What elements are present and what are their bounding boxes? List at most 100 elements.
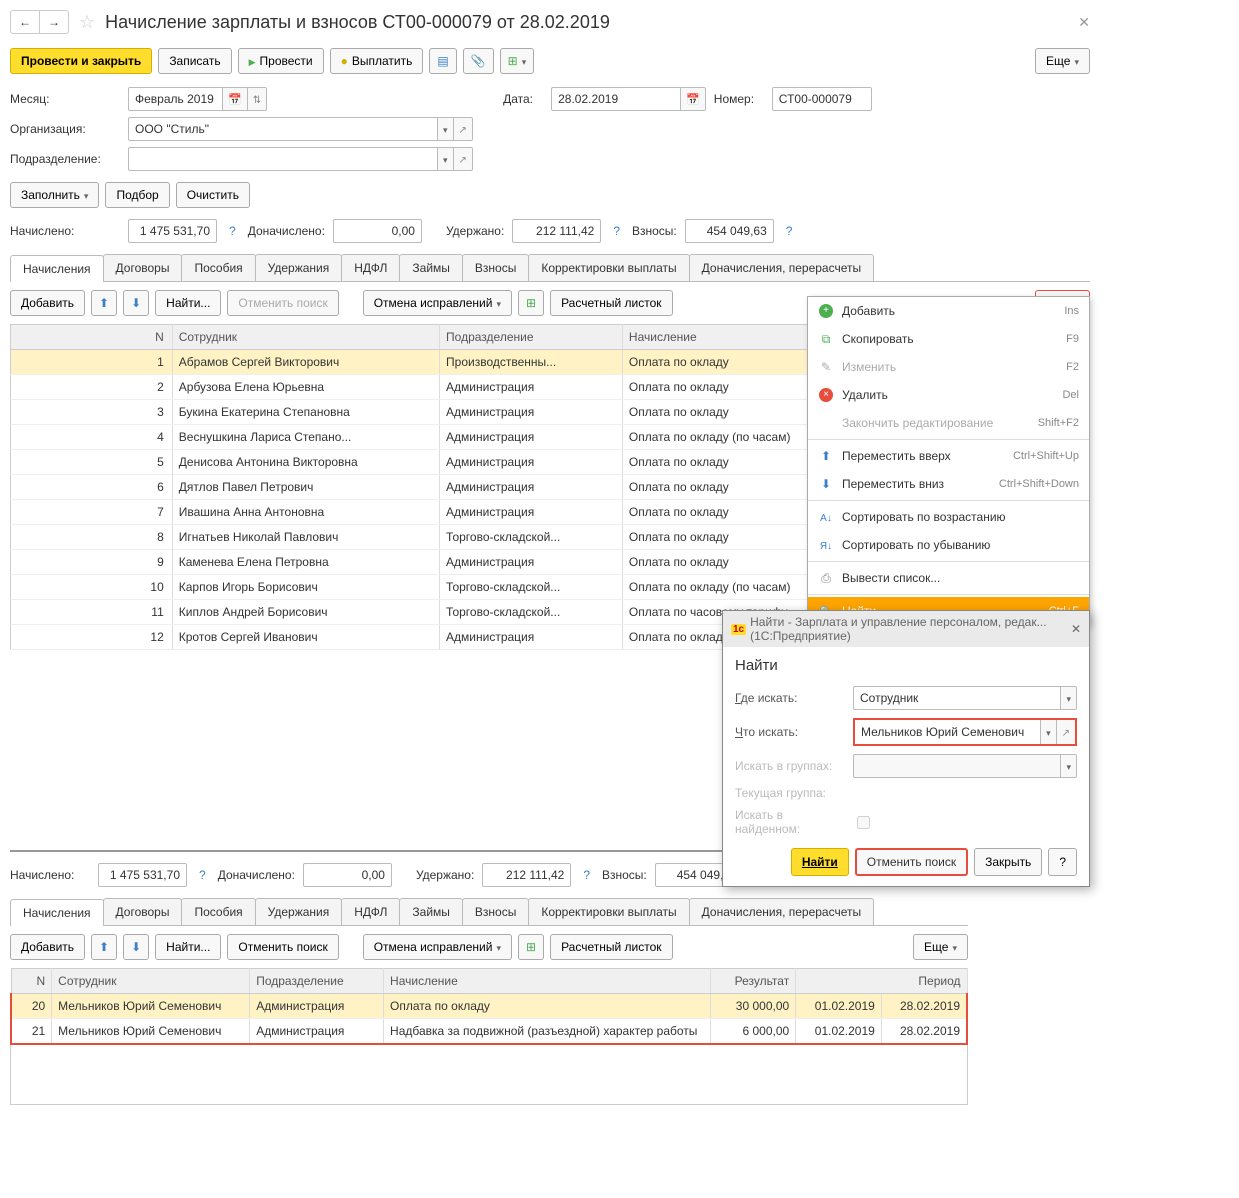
number-input[interactable]: СТ00-000079 [772,87,872,111]
s2-move-up-button[interactable] [91,934,117,960]
dept-input[interactable] [128,147,438,171]
favorite-star-icon[interactable]: ☆ [75,12,99,33]
ctx-item[interactable]: СкопироватьF9 [808,325,1089,353]
fill-button[interactable]: Заполнить [10,182,99,208]
tab-7[interactable]: Корректировки выплаты [528,254,689,281]
find-close-icon[interactable]: ✕ [1071,622,1081,636]
th2-emp[interactable]: Сотрудник [52,969,250,994]
pay-button[interactable]: Выплатить [330,48,424,74]
s2-grid-settings-button[interactable] [518,934,544,960]
s2-payslip-button[interactable]: Расчетный листок [550,934,672,960]
find-button[interactable]: Найти... [155,290,221,316]
calendar-icon[interactable] [223,87,248,111]
s2-add-row-button[interactable]: Добавить [10,934,85,960]
org-open-icon[interactable] [454,117,473,141]
cancel-fix-button[interactable]: Отмена исправлений [363,290,512,316]
date-input[interactable]: 28.02.2019 [551,87,681,111]
org-dropdown-icon[interactable] [438,117,454,141]
move-up-button[interactable] [91,290,117,316]
tab-3[interactable]: Удержания [255,898,343,925]
th-dep[interactable]: Подразделение [440,325,623,350]
find-what-dropdown-icon[interactable] [1040,720,1056,744]
th-n[interactable]: N [11,325,173,350]
close-icon[interactable]: ✕ [1078,14,1090,31]
post-button[interactable]: Провести [238,48,324,74]
th2-n[interactable]: N [11,969,52,994]
th2-res[interactable]: Результат [710,969,796,994]
tab-6[interactable]: Взносы [462,898,529,925]
find-dialog-title[interactable]: 1c Найти - Зарплата и управление персона… [723,611,1089,647]
ctx-item[interactable]: Сортировать по возрастанию [808,503,1089,531]
dept-dropdown-icon[interactable] [438,147,454,171]
context-menu[interactable]: +ДобавитьInsСкопироватьF9ИзменитьF2×Удал… [807,296,1090,626]
month-input[interactable]: Февраль 2019 [128,87,223,111]
find-where-dropdown-icon[interactable] [1061,686,1077,710]
s2-cancel-search-button[interactable]: Отменить поиск [227,934,338,960]
cancel-search-button[interactable]: Отменить поиск [227,290,338,316]
pick-button[interactable]: Подбор [105,182,169,208]
tab-2[interactable]: Пособия [181,898,255,925]
find-submit-button[interactable]: Найти [791,848,849,876]
ctx-item[interactable]: ИзменитьF2 [808,353,1089,381]
org-input[interactable]: ООО "Стиль" [128,117,438,141]
table-row[interactable]: 20Мельников Юрий СеменовичАдминистрацияО… [11,994,967,1019]
tab-6[interactable]: Взносы [462,254,529,281]
report-button[interactable] [429,48,456,74]
attach-button[interactable] [463,48,494,74]
s2-help-icon-2[interactable]: ? [579,868,594,882]
tab-5[interactable]: Займы [399,254,463,281]
ctx-item[interactable]: +ДобавитьIns [808,297,1089,325]
ctx-item[interactable]: Вывести список... [808,564,1089,592]
save-button[interactable]: Записать [158,48,231,74]
find-help-button[interactable]: ? [1048,848,1077,876]
s2-table-more-button[interactable]: Еще [913,934,968,960]
post-close-button[interactable]: Провести и закрыть [10,48,152,74]
tab-2[interactable]: Пособия [181,254,255,281]
clear-button[interactable]: Очистить [176,182,250,208]
s2-find-button[interactable]: Найти... [155,934,221,960]
ctx-item[interactable]: Сортировать по убыванию [808,531,1089,559]
th-emp[interactable]: Сотрудник [172,325,439,350]
help-icon-2[interactable]: ? [609,224,624,238]
extra-button[interactable] [500,48,535,74]
find-what-input[interactable]: Мельников Юрий Семенович [855,720,1040,744]
help-icon-3[interactable]: ? [782,224,797,238]
tab-8[interactable]: Доначисления, перерасчеты [689,254,874,281]
find-groups-dropdown-icon[interactable] [1061,754,1077,778]
th2-dep[interactable]: Подразделение [250,969,384,994]
grid-settings-button[interactable] [518,290,544,316]
tab-1[interactable]: Договоры [103,898,183,925]
filtered-table[interactable]: N Сотрудник Подразделение Начисление Рез… [10,968,968,1045]
tab-3[interactable]: Удержания [255,254,343,281]
tab-8[interactable]: Доначисления, перерасчеты [689,898,874,925]
more-button[interactable]: Еще [1035,48,1090,74]
move-down-button[interactable] [123,290,149,316]
find-close-button[interactable]: Закрыть [974,848,1042,876]
month-spinner[interactable] [248,87,267,111]
tab-4[interactable]: НДФЛ [341,898,400,925]
ctx-item[interactable]: Переместить внизCtrl+Shift+Down [808,470,1089,498]
ctx-item[interactable]: ×УдалитьDel [808,381,1089,409]
ctx-item[interactable]: Переместить вверхCtrl+Shift+Up [808,442,1089,470]
add-row-button[interactable]: Добавить [10,290,85,316]
tab-4[interactable]: НДФЛ [341,254,400,281]
th2-acc[interactable]: Начисление [384,969,711,994]
tab-5[interactable]: Займы [399,898,463,925]
s2-move-down-button[interactable] [123,934,149,960]
nav-arrows[interactable]: ← → [10,10,69,34]
help-icon[interactable]: ? [225,224,240,238]
find-cancel-button[interactable]: Отменить поиск [855,848,968,876]
tab-1[interactable]: Договоры [103,254,183,281]
nav-fwd-icon[interactable]: → [40,11,68,33]
s2-cancel-fix-button[interactable]: Отмена исправлений [363,934,512,960]
tab-0[interactable]: Начисления [10,899,104,926]
nav-back-icon[interactable]: ← [11,11,40,33]
calendar-icon-2[interactable] [681,87,706,111]
tab-7[interactable]: Корректировки выплаты [528,898,689,925]
dept-open-icon[interactable] [454,147,473,171]
find-what-open-icon[interactable] [1056,720,1075,744]
find-where-input[interactable]: Сотрудник [853,686,1061,710]
th2-period[interactable]: Период [796,969,967,994]
tab-0[interactable]: Начисления [10,255,104,282]
s2-help-icon[interactable]: ? [195,868,210,882]
